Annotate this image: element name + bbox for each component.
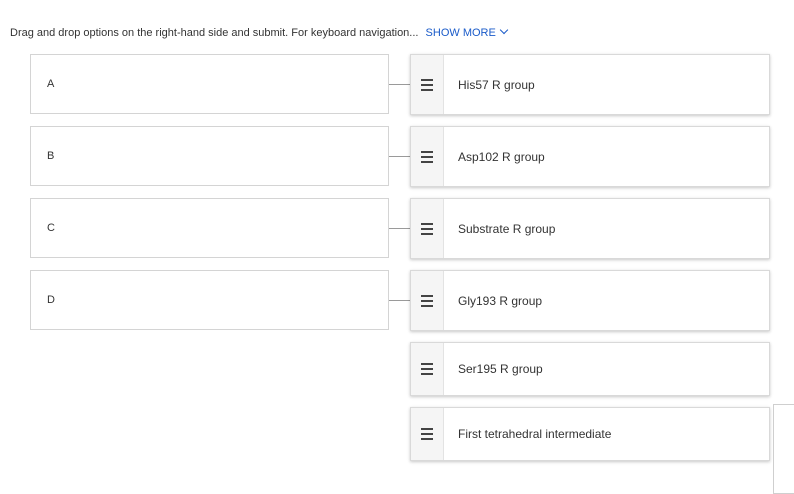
drag-handle[interactable] [411, 408, 444, 460]
connector-line [389, 156, 410, 157]
show-more-label: SHOW MORE [425, 27, 496, 39]
target-label: C [47, 222, 55, 234]
option-label: Asp102 R group [458, 149, 545, 164]
instructions-body: Drag and drop options on the right-hand … [10, 27, 419, 39]
draggable-option-asp102[interactable]: Asp102 R group [410, 126, 770, 187]
option-label: Ser195 R group [458, 362, 543, 376]
drop-target-d[interactable]: D [30, 270, 389, 330]
draggable-option-gly193[interactable]: Gly193 R group [410, 270, 770, 331]
show-more-link[interactable]: SHOW MORE [425, 25, 509, 39]
target-label: B [47, 150, 55, 162]
drop-target-c[interactable]: C [30, 198, 389, 258]
drag-handle-icon [421, 150, 433, 163]
drag-handle[interactable] [411, 343, 444, 395]
draggable-option-substrate[interactable]: Substrate R group [410, 198, 770, 259]
chevron-down-icon [499, 25, 509, 35]
drag-handle[interactable] [411, 55, 444, 114]
draggable-option-first-tetrahedral-intermediate[interactable]: First tetrahedral intermediate [410, 407, 770, 461]
target-label: A [47, 78, 55, 90]
option-label: His57 R group [458, 77, 535, 92]
drop-target-b[interactable]: B [30, 126, 389, 186]
target-label: D [47, 294, 55, 306]
drag-handle[interactable] [411, 127, 444, 186]
option-label: Substrate R group [458, 221, 556, 236]
drag-handle-icon [421, 294, 433, 307]
drag-handle-icon [421, 428, 433, 440]
draggable-option-ser195[interactable]: Ser195 R group [410, 342, 770, 396]
drag-handle-icon [421, 78, 433, 91]
drag-handle-icon [421, 363, 433, 375]
drop-target-a[interactable]: A [30, 54, 389, 114]
instructions-text: Drag and drop options on the right-hand … [10, 25, 509, 39]
connector-line [389, 84, 410, 85]
drag-handle-icon [421, 222, 433, 235]
drag-handle[interactable] [411, 199, 444, 258]
side-panel-edge [773, 404, 794, 494]
option-label: Gly193 R group [458, 293, 543, 308]
draggable-option-his57[interactable]: His57 R group [410, 54, 770, 115]
connector-line [389, 300, 410, 301]
drag-handle[interactable] [411, 271, 444, 330]
option-label: First tetrahedral intermediate [458, 427, 612, 441]
connector-line [389, 228, 410, 229]
